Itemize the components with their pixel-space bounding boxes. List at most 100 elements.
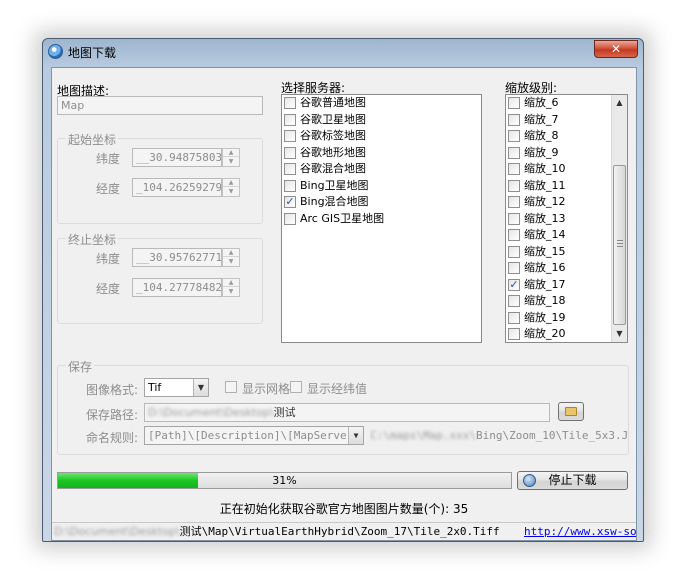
show-grid-label: 显示网格 (242, 382, 291, 396)
checkbox[interactable] (508, 212, 520, 225)
stop-download-icon (523, 474, 536, 487)
zoom-list-scrollbar[interactable]: ▲ ▼ (611, 95, 627, 342)
title-bar[interactable]: 地图下载 ✕ (43, 39, 643, 63)
show-coords-checkbox[interactable] (290, 381, 302, 393)
chevron-down-icon[interactable]: ▼ (348, 427, 363, 444)
zoom-list-item-label: 缩放_6 (524, 96, 559, 109)
naming-preview: C:\maps\Map.xxx\Bing\Zoom_10\Tile_5x3.J (370, 429, 632, 442)
checkbox[interactable] (508, 97, 520, 109)
image-format-label: 图像格式: (86, 383, 139, 397)
naming-rule-select[interactable]: [Path]\[Description]\[MapServe ▼ (144, 426, 364, 445)
start-lng-spinner[interactable]: ▲ ▼ (222, 178, 240, 197)
scroll-down-arrow-icon[interactable]: ▼ (612, 326, 627, 342)
checkbox[interactable] (508, 113, 520, 126)
naming-preview-prefix: C:\maps\Map.xxx\ (370, 429, 476, 442)
zoom-list-item-label: 缩放_11 (524, 178, 566, 192)
server-list-item-label: 谷歌普通地图 (300, 96, 366, 109)
naming-rule-label: 命名规则: (86, 431, 139, 445)
checkbox[interactable] (508, 328, 520, 340)
app-globe-icon (48, 44, 63, 59)
map-description-input[interactable]: Map (57, 96, 263, 115)
zoom-list-item-label: 缩放_10 (524, 162, 566, 175)
zoom-list-item-label: 缩放_12 (524, 195, 566, 208)
map-download-window: 地图下载 ✕ 地图描述: Map 起始坐标 纬度 __30.94875803 ▲… (42, 38, 644, 542)
show-grid-checkbox[interactable] (225, 381, 237, 393)
start-lng-label: 经度 (96, 182, 121, 196)
checkbox[interactable] (508, 262, 520, 274)
end-lat-input[interactable]: __30.95762771 (132, 248, 222, 267)
start-lat-spinner[interactable]: ▲ ▼ (222, 148, 240, 167)
checkbox[interactable] (508, 295, 520, 307)
image-format-select[interactable]: Tif ▼ (144, 378, 209, 397)
end-coords-title: 终止坐标 (66, 231, 119, 248)
checkbox[interactable] (284, 163, 296, 175)
checkbox[interactable] (284, 179, 296, 192)
naming-preview-text: Bing\Zoom_10\Tile_5x3.J (475, 429, 629, 442)
end-lng-label: 经度 (96, 282, 121, 296)
scroll-up-arrow-icon[interactable]: ▲ (612, 95, 627, 111)
naming-rule-value: [Path]\[Description]\[MapServe (148, 429, 347, 442)
zoom-list-item-label: 缩放_18 (524, 294, 566, 307)
scroll-thumb[interactable] (613, 165, 626, 325)
checkbox[interactable] (508, 163, 520, 175)
start-coords-title: 起始坐标 (66, 131, 119, 148)
browse-folder-button[interactable] (558, 402, 584, 421)
server-list-item-label: 谷歌混合地图 (300, 162, 366, 175)
close-button[interactable]: ✕ (594, 40, 638, 58)
checkbox[interactable] (508, 196, 520, 208)
checkbox[interactable] (508, 229, 520, 241)
zoom-list-item-label: 缩放_19 (524, 310, 566, 324)
zoom-list-item-label: 缩放_13 (524, 211, 566, 225)
dialog-client-area: 地图描述: Map 起始坐标 纬度 __30.94875803 ▲ ▼ 经度 _1… (51, 67, 637, 541)
folder-icon (565, 407, 577, 416)
zoom-level-list[interactable]: ▲ ▼ 缩放_6 缩放_7 缩放_8 缩放_9 缩放_10 缩放_11 缩放_12 缩放_13… (505, 94, 628, 343)
start-lat-label: 纬度 (96, 152, 121, 166)
checkbox[interactable] (284, 212, 296, 225)
save-path-input[interactable]: D:\Document\Desktop\测试 (144, 403, 550, 422)
start-lat-input[interactable]: __30.94875803 (132, 148, 222, 167)
checkbox[interactable] (284, 146, 296, 159)
server-list-item-label: 谷歌地形地图 (300, 145, 366, 159)
checkbox[interactable] (284, 130, 296, 142)
checkbox[interactable]: ✓ (284, 196, 296, 208)
checkbox[interactable] (508, 146, 520, 159)
checkbox[interactable] (284, 97, 296, 109)
zoom-list-item-label: 缩放_17 (524, 277, 566, 291)
zoom-list-item-label: 缩放_20 (524, 327, 566, 340)
server-list-item-label: 谷歌卫星地图 (300, 112, 366, 126)
zoom-list-item-label: 缩放_16 (524, 261, 566, 274)
checkbox[interactable] (508, 130, 520, 142)
server-list-item-label: Bing卫星地图 (300, 178, 369, 192)
server-list-item-label: 谷歌标签地图 (300, 129, 366, 142)
window-title: 地图下载 (68, 46, 117, 60)
server-list[interactable]: 谷歌普通地图 谷歌卫星地图 谷歌标签地图 谷歌地形地图 谷歌混合地图 Bing卫星地图 ✓ B… (281, 94, 482, 343)
end-lng-spinner[interactable]: ▲ ▼ (222, 278, 240, 297)
show-coords-label: 显示经纬值 (307, 382, 368, 396)
end-lng-input[interactable]: _104.27778482 (132, 278, 222, 297)
checkbox[interactable] (508, 245, 520, 258)
download-progress-bar: 31% (57, 472, 512, 489)
save-path-label: 保存路径: (86, 408, 139, 422)
progress-percent: 31% (272, 474, 297, 487)
start-lng-input[interactable]: _104.26259279 (132, 178, 222, 197)
end-lat-label: 纬度 (96, 252, 121, 266)
checkbox[interactable] (284, 113, 296, 126)
checkbox[interactable]: ✓ (508, 278, 520, 291)
statusbar-path: 测试\Map\VirtualEarthHybrid\Zoom_17\Tile_2… (179, 525, 500, 538)
zoom-list-item-label: 缩放_15 (524, 244, 566, 258)
save-path-prefix: D:\Document\Desktop\ (148, 406, 274, 419)
zoom-list-item-label: 缩放_7 (524, 112, 559, 126)
zoom-list-item-label: 缩放_9 (524, 145, 559, 159)
statusbar-path-prefix: D:\Document\Desktop\ (54, 525, 180, 538)
status-bar: D:\Document\Desktop\测试\Map\VirtualEarthH… (52, 522, 636, 540)
checkbox[interactable] (508, 179, 520, 192)
stop-download-button[interactable]: 停止下载 (517, 471, 628, 490)
image-format-value: Tif (148, 381, 162, 394)
zoom-list-item-label: 缩放_14 (524, 228, 566, 241)
save-group-title: 保存 (66, 358, 95, 375)
server-list-item-label: Arc GIS卫星地图 (300, 211, 385, 225)
chevron-down-icon[interactable]: ▼ (193, 379, 208, 396)
end-lat-spinner[interactable]: ▲ ▼ (222, 248, 240, 267)
website-link[interactable]: http://www.xsw-sof (524, 523, 636, 540)
checkbox[interactable] (508, 311, 520, 324)
